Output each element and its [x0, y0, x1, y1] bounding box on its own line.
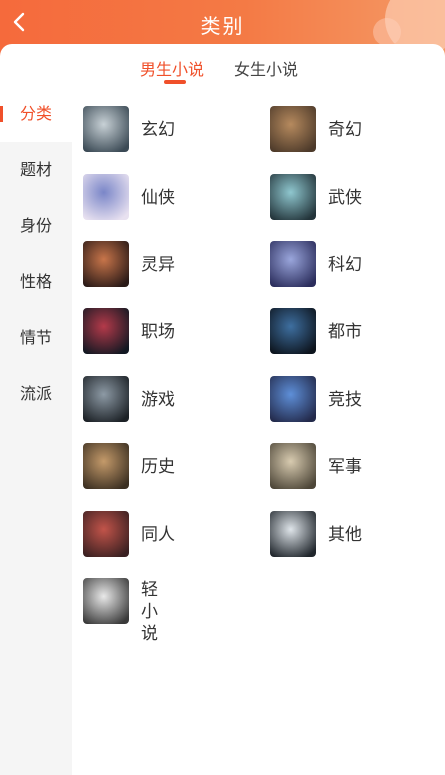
- category-thumbnail: [83, 106, 129, 152]
- sidebar-item-theme[interactable]: 题材: [0, 142, 72, 198]
- sidebar-item-identity[interactable]: 身份: [0, 198, 72, 254]
- category-label: 灵异: [141, 255, 175, 275]
- tab-male-novels[interactable]: 男生小说: [140, 56, 204, 80]
- category-label: 历史: [141, 457, 175, 477]
- page-title: 类别: [200, 14, 245, 38]
- category-label: 同人: [141, 525, 175, 545]
- sidebar-item-personality[interactable]: 性格: [0, 254, 72, 310]
- category-label: 职场: [141, 322, 175, 342]
- category-item[interactable]: 科幻: [270, 241, 440, 291]
- category-label: 竞技: [328, 390, 362, 410]
- category-label: 科幻: [328, 255, 362, 275]
- category-item[interactable]: 仙侠: [83, 174, 253, 224]
- category-label: 其他: [328, 525, 362, 545]
- sidebar-item-plot[interactable]: 情节: [0, 310, 72, 366]
- sidebar-item-category[interactable]: 分类: [0, 86, 72, 142]
- category-item[interactable]: 其他: [270, 511, 440, 561]
- category-thumbnail: [83, 443, 129, 489]
- category-thumbnail: [270, 511, 316, 557]
- content-panel: 男生小说 女生小说 分类 题材 身份 性格 情节 流派 玄幻 奇幻 仙侠 武侠 …: [0, 44, 445, 775]
- category-item[interactable]: 职场: [83, 308, 253, 358]
- active-tab-indicator: [164, 80, 186, 84]
- category-label: 军事: [328, 457, 362, 477]
- category-thumbnail: [270, 241, 316, 287]
- category-thumbnail: [270, 106, 316, 152]
- category-item[interactable]: 竞技: [270, 376, 440, 426]
- category-item[interactable]: 奇幻: [270, 106, 440, 156]
- tab-female-novels[interactable]: 女生小说: [234, 56, 298, 80]
- category-thumbnail: [83, 308, 129, 354]
- category-label: 仙侠: [141, 188, 175, 208]
- category-thumbnail: [83, 511, 129, 557]
- sidebar-item-label: 流派: [19, 384, 52, 403]
- category-grid: 玄幻 奇幻 仙侠 武侠 灵异 科幻 职场 都市 游戏 竞技 历史 军事 同人 其…: [72, 86, 445, 775]
- category-label: 轻小说: [141, 580, 158, 644]
- category-thumbnail: [83, 376, 129, 422]
- category-thumbnail: [270, 308, 316, 354]
- sidebar-item-genre[interactable]: 流派: [0, 366, 72, 422]
- category-item[interactable]: 游戏: [83, 376, 253, 426]
- category-label: 玄幻: [141, 120, 175, 140]
- category-thumbnail: [83, 174, 129, 220]
- category-thumbnail: [270, 443, 316, 489]
- sidebar-item-label: 身份: [19, 216, 52, 235]
- category-label: 都市: [328, 322, 362, 342]
- sidebar-item-label: 分类: [19, 104, 52, 123]
- category-item[interactable]: 历史: [83, 443, 253, 493]
- category-item[interactable]: 同人: [83, 511, 253, 561]
- sidebar-item-label: 情节: [19, 328, 52, 347]
- category-item[interactable]: 军事: [270, 443, 440, 493]
- category-item[interactable]: 武侠: [270, 174, 440, 224]
- gender-tabs: 男生小说 女生小说: [0, 44, 445, 86]
- category-item[interactable]: 玄幻: [83, 106, 253, 156]
- category-sidebar: 分类 题材 身份 性格 情节 流派: [0, 86, 72, 775]
- category-item[interactable]: 都市: [270, 308, 440, 358]
- category-item[interactable]: 灵异: [83, 241, 253, 291]
- category-thumbnail: [83, 241, 129, 287]
- category-item[interactable]: 轻小说: [83, 578, 253, 644]
- category-thumbnail: [270, 174, 316, 220]
- sidebar-item-label: 性格: [19, 272, 52, 291]
- category-label: 游戏: [141, 390, 175, 410]
- active-sidebar-indicator: [0, 106, 3, 122]
- category-label: 奇幻: [328, 120, 362, 140]
- category-thumbnail: [83, 578, 129, 624]
- sidebar-item-label: 题材: [19, 160, 52, 179]
- category-thumbnail: [270, 376, 316, 422]
- category-label: 武侠: [328, 188, 362, 208]
